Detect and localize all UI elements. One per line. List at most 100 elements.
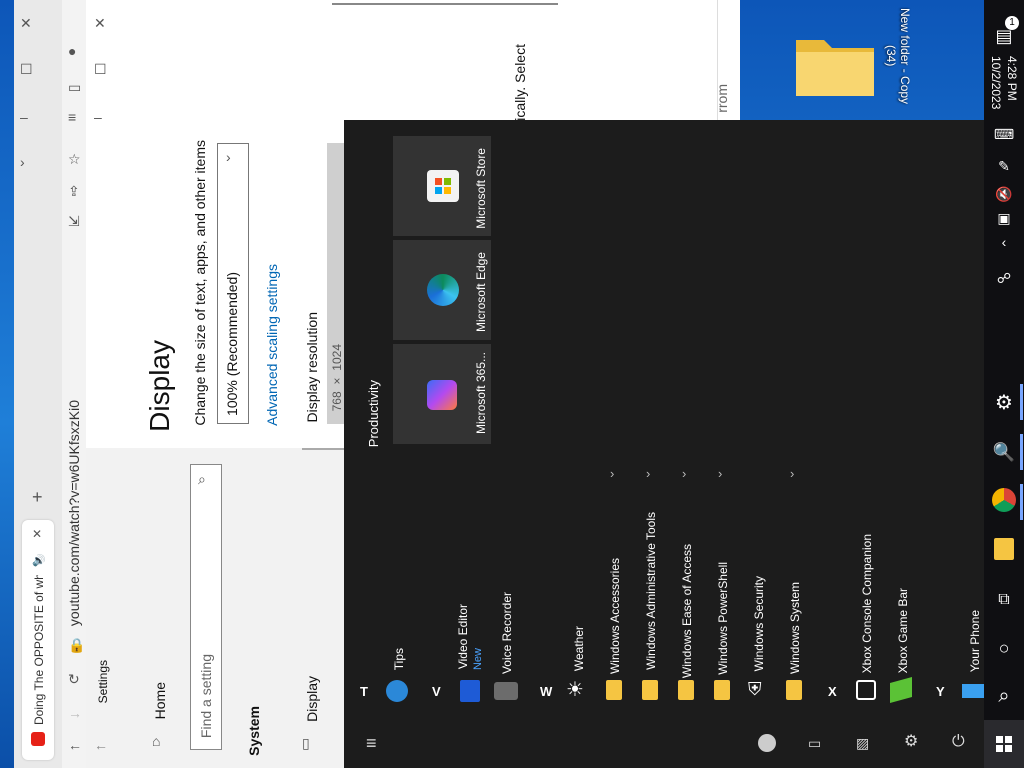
app-weather[interactable]: Weather <box>572 626 586 671</box>
new-badge: New <box>472 648 484 671</box>
search-icon[interactable]: ⌕ <box>198 472 206 486</box>
app-windows-powershell[interactable]: Windows PowerShell <box>716 562 730 675</box>
close-tab-icon[interactable]: ✕ <box>32 528 42 540</box>
magnifier-app-icon[interactable]: 🔍 <box>990 438 1018 466</box>
settings-back-icon[interactable]: ← <box>94 738 108 752</box>
app-xbox-game-bar[interactable]: Xbox Game Bar <box>896 588 910 673</box>
chevron-right-icon[interactable]: › <box>20 155 25 169</box>
close-icon[interactable]: ✕ <box>20 16 32 30</box>
clock[interactable]: 4:28 PM 10/2/2023 <box>988 56 1020 109</box>
nav-divider <box>302 448 344 450</box>
weather-icon: ☀ <box>566 679 584 701</box>
file-explorer-icon[interactable] <box>994 538 1014 560</box>
voice-recorder-icon <box>494 682 518 700</box>
lock-icon: 🔒 <box>68 637 86 653</box>
desktop-folder-label[interactable]: New folder - Copy (34) <box>884 8 912 104</box>
settings-gear-icon[interactable]: ⚙ <box>904 734 918 750</box>
background-window-text: tically. Select <box>512 44 528 125</box>
advanced-scaling-link[interactable]: Advanced scaling settings <box>264 264 280 426</box>
task-view-icon[interactable]: ⧉ <box>990 586 1018 614</box>
app-windows-accessories[interactable]: Windows Accessories <box>608 558 622 674</box>
window-icon[interactable]: ▭ <box>68 80 81 94</box>
tile-group-title: Productivity <box>366 380 381 448</box>
chevron-down-icon[interactable]: › <box>646 466 650 481</box>
edge-icon <box>427 274 459 306</box>
minimize-icon[interactable]: – <box>20 110 28 124</box>
app-tips[interactable]: Tips <box>392 648 406 670</box>
back-icon[interactable]: ← <box>68 738 82 752</box>
nav-home[interactable]: Home <box>152 682 168 719</box>
resolution-value: 768 × 1024 <box>330 344 344 412</box>
your-phone-icon <box>962 684 984 698</box>
pictures-icon[interactable]: ▨ <box>856 736 869 750</box>
video-editor-icon <box>460 680 480 702</box>
tips-icon <box>386 680 408 702</box>
documents-icon[interactable]: ▭ <box>808 736 821 750</box>
app-your-phone[interactable]: Your Phone <box>968 610 982 672</box>
folder-icon <box>678 680 694 700</box>
user-avatar-icon[interactable] <box>758 734 776 752</box>
new-tab-button[interactable]: + <box>32 488 43 506</box>
chevron-down-icon[interactable]: › <box>682 466 686 481</box>
speaker-icon[interactable]: 🔊 <box>32 556 46 567</box>
search-placeholder: Find a setting <box>198 654 214 739</box>
reading-list-icon[interactable]: ≡ <box>68 110 76 124</box>
chevron-down-icon[interactable]: › <box>790 466 794 481</box>
app-windows-ease[interactable]: Windows Ease of Access <box>680 544 694 678</box>
store-icon <box>427 170 459 202</box>
office-icon <box>427 380 457 410</box>
letter-v[interactable]: V <box>432 684 441 699</box>
app-windows-admin-tools[interactable]: Windows Administrative Tools <box>644 512 658 670</box>
profile-icon[interactable]: ● <box>68 44 76 58</box>
app-video-editor[interactable]: Video Editor <box>456 604 470 669</box>
maximize-icon[interactable]: ☐ <box>20 62 33 76</box>
chevron-up-icon[interactable]: ‹ <box>990 228 1018 256</box>
app-windows-system[interactable]: Windows System <box>788 582 802 674</box>
xbox-companion-icon <box>856 680 876 700</box>
hamburger-menu-icon[interactable]: ≡ <box>366 734 377 752</box>
letter-w[interactable]: W <box>540 684 552 699</box>
page-title: Display <box>144 340 175 432</box>
folder-icon <box>714 680 730 700</box>
chrome-icon[interactable] <box>992 488 1016 512</box>
letter-x[interactable]: X <box>828 684 837 699</box>
settings-close-icon[interactable]: ✕ <box>94 16 106 30</box>
app-windows-security[interactable]: Windows Security <box>752 576 766 671</box>
install-icon[interactable]: ⇲ <box>68 214 80 228</box>
letter-y[interactable]: Y <box>936 684 945 699</box>
tile-label-edge: Microsoft Edge <box>474 252 488 333</box>
settings-app-icon[interactable]: ⚙ <box>990 388 1018 416</box>
tile-label-365: Microsoft 365... <box>474 352 488 435</box>
folder-icon <box>786 680 802 700</box>
folder-icon <box>606 680 622 700</box>
app-xbox-companion[interactable]: Xbox Console Companion <box>860 534 874 673</box>
app-voice-recorder[interactable]: Voice Recorder <box>500 592 514 674</box>
forward-icon[interactable]: → <box>68 706 82 720</box>
favorite-star-icon[interactable]: ☆ <box>68 152 81 166</box>
people-icon[interactable]: ☍ <box>990 264 1018 292</box>
share-icon[interactable]: ⇪ <box>68 184 80 198</box>
chevron-down-icon[interactable]: › <box>718 466 722 481</box>
reload-icon[interactable]: ↻ <box>68 672 80 686</box>
settings-minimize-icon[interactable]: – <box>94 110 102 124</box>
youtube-favicon-icon <box>31 732 45 746</box>
settings-app-title: Settings <box>96 660 110 704</box>
letter-t[interactable]: T <box>360 684 368 699</box>
pen-icon[interactable]: ✎ <box>990 152 1018 180</box>
cortana-icon[interactable]: ○ <box>990 634 1018 662</box>
start-button[interactable] <box>984 720 1024 768</box>
nav-display[interactable]: Display <box>304 676 320 722</box>
folder-icon[interactable] <box>790 30 880 100</box>
power-icon[interactable]: ⏻ <box>952 734 965 750</box>
active-indicator <box>1020 384 1023 420</box>
tab-title: Doing The OPPOSITE of wh <box>32 575 46 725</box>
search-icon[interactable]: ⌕ <box>990 682 1018 710</box>
settings-maximize-icon[interactable]: ☐ <box>94 62 107 76</box>
scale-heading: Change the size of text, apps, and other… <box>192 140 208 426</box>
chevron-down-icon[interactable]: › <box>610 466 614 481</box>
active-indicator <box>1020 484 1023 520</box>
address-bar[interactable]: youtube.com/watch?v=w6UKfsxzKi0 <box>66 400 82 626</box>
keyboard-icon[interactable]: ⌨ <box>990 120 1018 148</box>
clock-time: 4:28 PM <box>1005 56 1019 101</box>
folder-label-line1: New folder - Copy <box>898 8 912 105</box>
